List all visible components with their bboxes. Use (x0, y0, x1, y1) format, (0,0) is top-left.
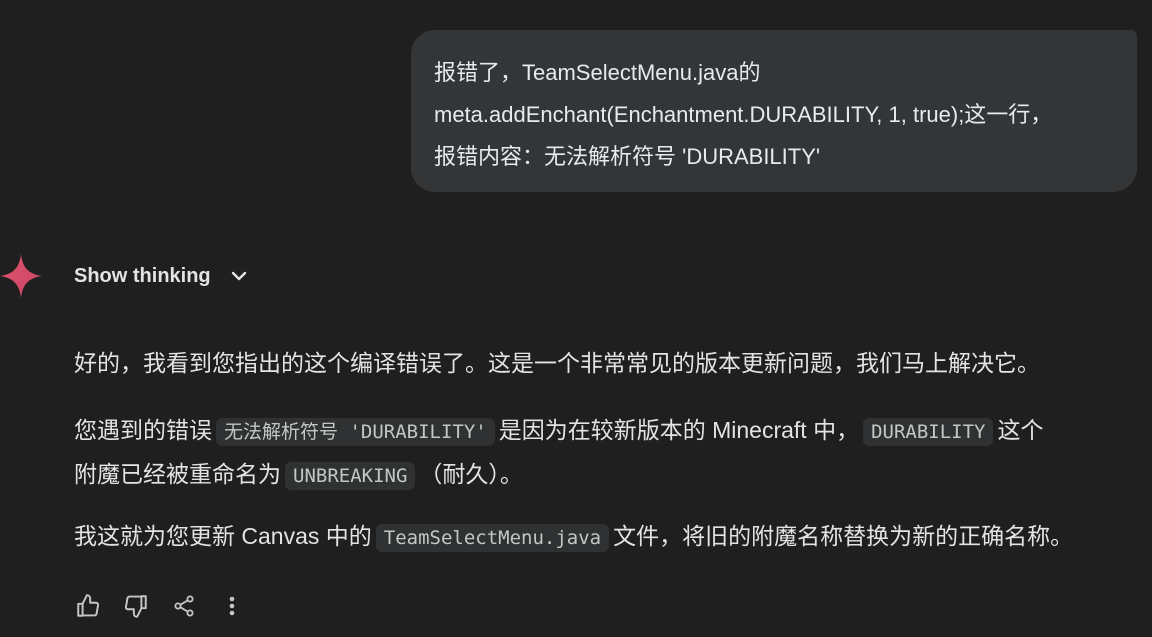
inline-code: 无法解析符号 'DURABILITY' (216, 418, 495, 446)
response-text: 好的，我看到您指出的这个编译错误了。这是一个非常常见的版本更新问题，我们马上解决… (74, 350, 1040, 376)
more-vert-icon (229, 596, 235, 616)
response-text: 您遇到的错误 (74, 417, 212, 443)
thumbs-down-button[interactable] (122, 592, 150, 620)
thumbs-up-icon (77, 594, 100, 617)
response-paragraph: 我这就为您更新 Canvas 中的 TeamSelectMenu.java 文件，将… (74, 515, 1134, 559)
user-message-bubble: 报错了，TeamSelectMenu.java的 meta.addEnchant… (411, 30, 1137, 192)
user-message-line: 报错了，TeamSelectMenu.java的 (434, 60, 761, 85)
user-message-line: meta.addEnchant(Enchantment.DURABILITY, … (434, 102, 1053, 127)
share-button[interactable] (170, 592, 198, 620)
response-paragraph: 您遇到的错误 无法解析符号 'DURABILITY' 是因为在较新版本的 Minec… (74, 409, 1134, 497)
response-text: 附魔已经被重命名为 (74, 461, 281, 487)
chevron-down-icon (231, 271, 246, 281)
inline-code: UNBREAKING (285, 462, 416, 490)
response-text: 我这就为您更新 Canvas 中的 (74, 523, 372, 549)
gemini-sparkle-icon (0, 254, 42, 298)
assistant-response: 好的，我看到您指出的这个编译错误了。这是一个非常常见的版本更新问题，我们马上解决… (74, 342, 1134, 559)
thumbs-down-icon (124, 595, 147, 618)
user-message-line: 报错内容：无法解析符号 'DURABILITY' (434, 144, 821, 169)
inline-code: DURABILITY (863, 418, 994, 446)
show-thinking-toggle[interactable]: Show thinking (74, 262, 249, 290)
share-icon (174, 595, 194, 617)
thumbs-up-button[interactable] (74, 592, 102, 620)
response-paragraph: 好的，我看到您指出的这个编译错误了。这是一个非常常见的版本更新问题，我们马上解决… (74, 342, 1134, 384)
response-text: 这个 (997, 417, 1044, 443)
response-text: 文件，将旧的附魔名称替换为新的正确名称。 (613, 523, 1074, 549)
show-thinking-label: Show thinking (74, 264, 211, 287)
inline-code: TeamSelectMenu.java (375, 524, 610, 552)
response-text: 是因为在较新版本的 Minecraft 中， (498, 417, 860, 443)
response-actions (74, 592, 266, 620)
more-options-button[interactable] (218, 592, 246, 620)
response-text: （耐久）。 (419, 461, 523, 487)
